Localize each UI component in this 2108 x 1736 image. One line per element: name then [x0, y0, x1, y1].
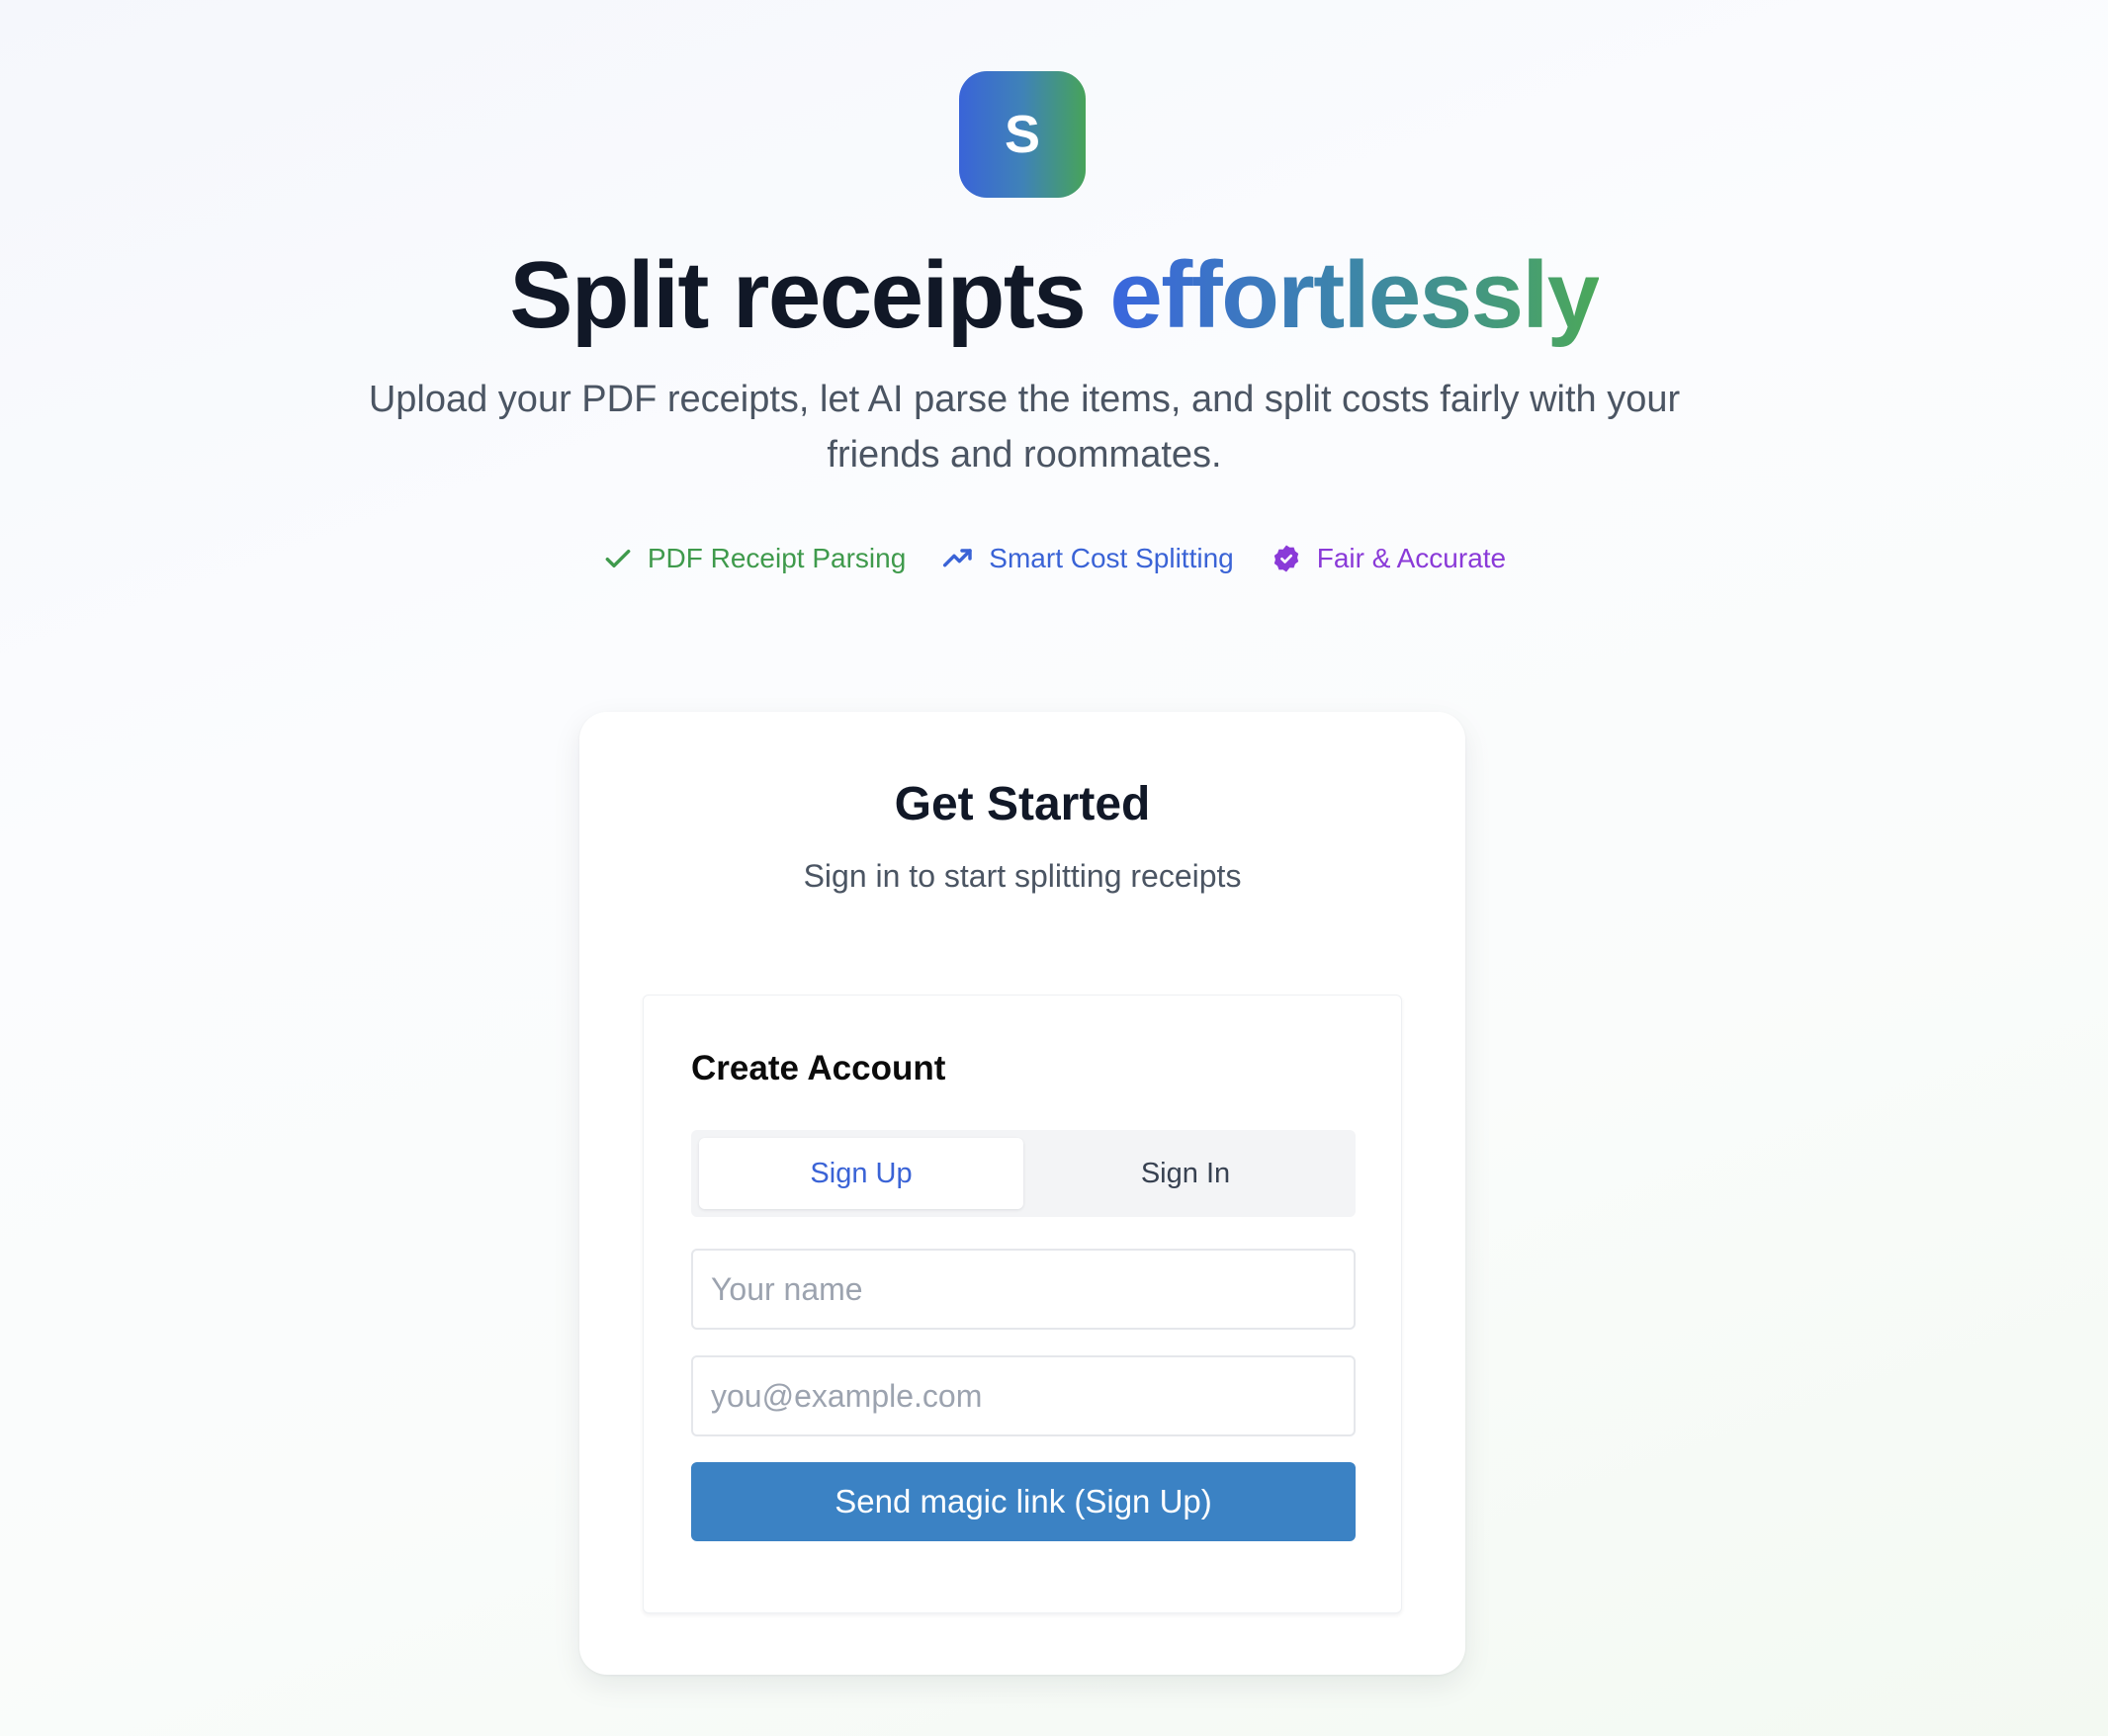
logo-letter: S [1004, 105, 1041, 164]
feature-fair-accurate: Fair & Accurate [1270, 542, 1506, 575]
send-magic-link-button[interactable]: Send magic link (Sign Up) [691, 1462, 1356, 1541]
trending-up-icon [941, 543, 975, 574]
feature-label: Smart Cost Splitting [989, 543, 1234, 573]
headline-accent: effortlessly [1109, 242, 1600, 348]
tab-sign-in[interactable]: Sign In [1023, 1138, 1348, 1209]
check-icon [602, 543, 634, 574]
feature-pdf-parsing: PDF Receipt Parsing [602, 543, 906, 574]
auth-tabs: Sign Up Sign In [691, 1130, 1356, 1217]
card-title: Get Started [894, 778, 1151, 830]
hero-subtitle: Upload your PDF receipts, let AI parse t… [368, 379, 1681, 476]
auth-form-panel: Create Account Sign Up Sign In Send magi… [643, 995, 1402, 1613]
feature-smart-splitting: Smart Cost Splitting [941, 543, 1234, 574]
name-input[interactable] [691, 1249, 1356, 1330]
tab-sign-up[interactable]: Sign Up [699, 1138, 1023, 1209]
badge-check-icon [1270, 542, 1303, 575]
feature-label: PDF Receipt Parsing [647, 543, 907, 573]
app-logo: S [959, 71, 1086, 198]
hero-headline: Split receipts effortlessly [0, 241, 2108, 350]
email-input[interactable] [691, 1355, 1356, 1436]
auth-form-title: Create Account [691, 1049, 946, 1087]
headline-main: Split receipts [509, 242, 1110, 348]
get-started-card: Get Started Sign in to start splitting r… [579, 712, 1465, 1675]
feature-label: Fair & Accurate [1316, 543, 1507, 573]
card-subtitle: Sign in to start splitting receipts [803, 858, 1242, 894]
feature-list: PDF Receipt Parsing Smart Cost Splitting… [0, 542, 2108, 575]
